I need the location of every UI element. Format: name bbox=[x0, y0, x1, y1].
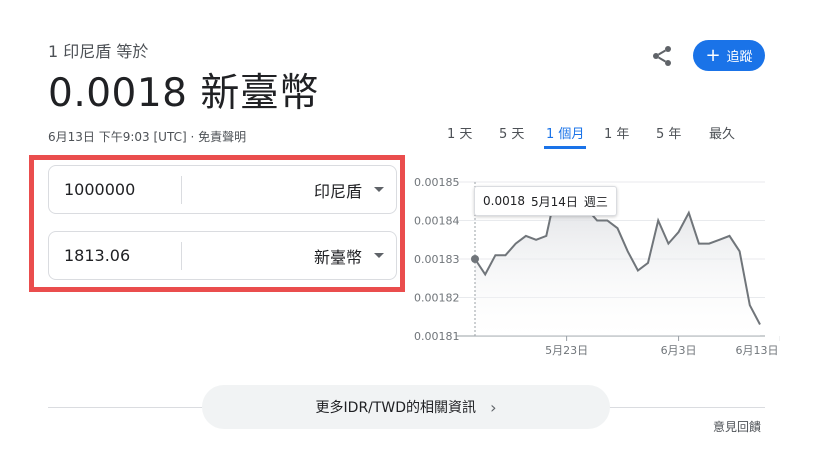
tab-5-year[interactable]: 5 年 bbox=[656, 123, 681, 142]
plus-icon: + bbox=[705, 44, 721, 66]
follow-label: 追蹤 bbox=[726, 50, 753, 65]
to-currency-row: 新臺幣 bbox=[48, 231, 397, 280]
tooltip-value: 0.0018 bbox=[483, 194, 525, 208]
active-tab-indicator bbox=[544, 146, 586, 149]
y-tick-label: 0.00183 bbox=[414, 253, 460, 266]
to-amount-input[interactable] bbox=[50, 233, 178, 278]
tab-max[interactable]: 最久 bbox=[709, 123, 735, 142]
divider bbox=[181, 242, 182, 270]
follow-button[interactable]: + 追蹤 bbox=[693, 40, 765, 71]
exchange-rate-value: 0.0018 新臺幣 bbox=[48, 71, 319, 116]
from-amount-input[interactable] bbox=[50, 167, 178, 212]
tab-1-day[interactable]: 1 天 bbox=[447, 123, 472, 142]
more-info-label: 更多IDR/TWD的相關資訊 bbox=[315, 400, 477, 416]
more-info-button[interactable]: 更多IDR/TWD的相關資訊 › bbox=[202, 385, 610, 429]
x-tick-label: 5月23日 bbox=[545, 344, 588, 357]
share-button[interactable] bbox=[650, 44, 674, 68]
tab-1-year[interactable]: 1 年 bbox=[604, 123, 629, 142]
feedback-link[interactable]: 意見回饋 bbox=[713, 418, 761, 435]
chart-tooltip: 0.0018 5月14日 週三 bbox=[474, 186, 617, 216]
conversion-subtitle: 1 印尼盾 等於 bbox=[48, 42, 149, 61]
x-tick-label: 6月3日 bbox=[661, 344, 697, 357]
from-currency-select[interactable]: 印尼盾 bbox=[314, 166, 384, 213]
rate-timestamp[interactable]: 6月13日 下午9:03 [UTC] · 免責聲明 bbox=[48, 128, 246, 145]
y-tick-label: 0.00185 bbox=[414, 176, 460, 189]
y-tick-label: 0.00181 bbox=[414, 330, 460, 343]
from-currency-row: 印尼盾 bbox=[48, 165, 397, 214]
chevron-down-icon bbox=[374, 253, 384, 258]
x-tick-label: 6月13日 bbox=[736, 344, 779, 357]
to-currency-label: 新臺幣 bbox=[313, 247, 362, 267]
divider bbox=[181, 176, 182, 204]
to-currency-select[interactable]: 新臺幣 bbox=[314, 232, 384, 279]
chevron-right-icon: › bbox=[490, 397, 497, 417]
tab-5-day[interactable]: 5 天 bbox=[499, 123, 524, 142]
tab-1-month[interactable]: 1 個月 bbox=[546, 123, 584, 142]
chevron-down-icon bbox=[374, 187, 384, 192]
y-tick-label: 0.00184 bbox=[414, 215, 460, 228]
hover-point bbox=[471, 255, 479, 263]
share-icon bbox=[653, 46, 671, 66]
tooltip-weekday: 週三 bbox=[583, 194, 608, 209]
tooltip-date: 5月14日 bbox=[531, 194, 578, 209]
from-currency-label: 印尼盾 bbox=[313, 181, 362, 201]
y-tick-label: 0.00182 bbox=[414, 292, 460, 305]
